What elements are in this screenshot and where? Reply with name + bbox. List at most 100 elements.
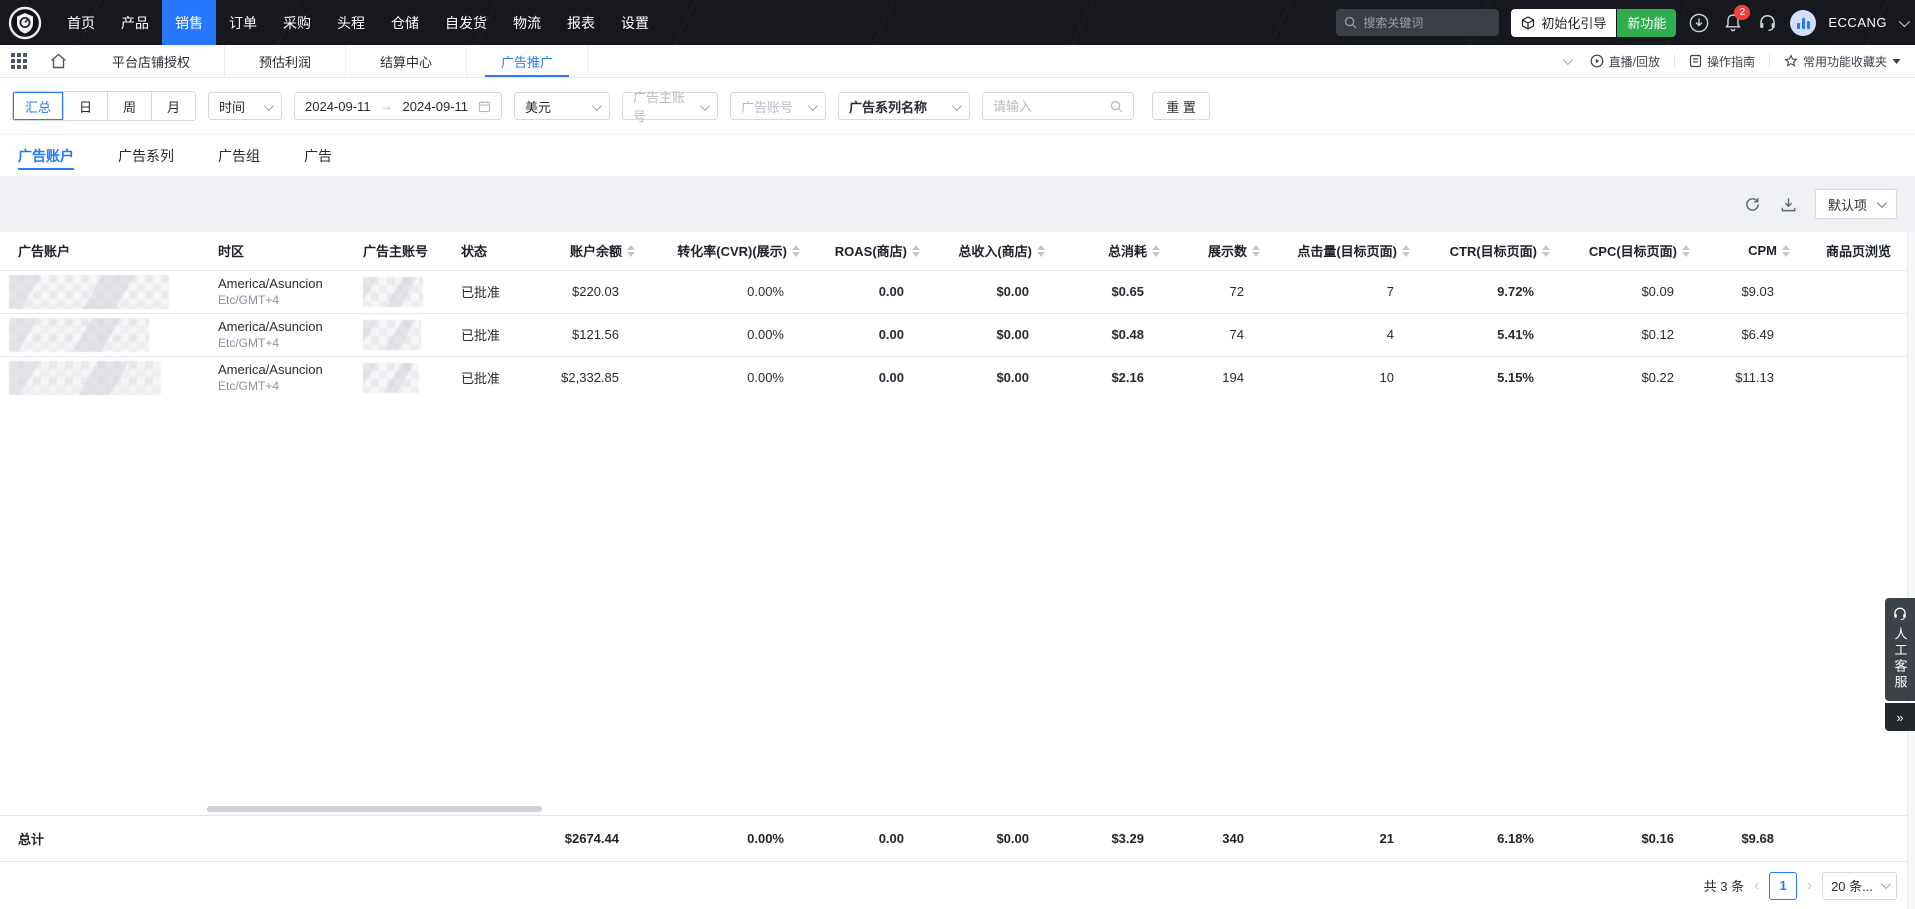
download-center-icon[interactable]	[1688, 12, 1710, 34]
pagination-total: 共 3 条	[1704, 876, 1744, 895]
sort-icon[interactable]	[1252, 245, 1260, 257]
nav-item-2[interactable]: 销售	[162, 0, 216, 45]
refresh-icon[interactable]	[1743, 194, 1763, 214]
page-tab-2[interactable]: 结算中心	[346, 45, 467, 77]
nav-item-10[interactable]: 设置	[608, 0, 662, 45]
table-row: America/AsuncionEtc/GMT+4已批准$2,332.850.0…	[0, 356, 1915, 399]
total-cell-status	[443, 815, 533, 861]
headset-icon	[1892, 606, 1908, 621]
sort-icon[interactable]	[1152, 245, 1160, 257]
sort-icon[interactable]	[627, 245, 635, 257]
operation-guide-link[interactable]: 操作指南	[1689, 53, 1755, 70]
sort-icon[interactable]	[1402, 245, 1410, 257]
col-header-roas[interactable]: ROAS(商店)	[818, 232, 938, 270]
col-header-timezone: 时区	[200, 232, 345, 270]
user-avatar[interactable]	[1790, 10, 1816, 36]
apps-grid-icon[interactable]	[0, 45, 38, 77]
time-dimension-select[interactable]: 时间	[208, 92, 282, 120]
page-tab-3[interactable]: 广告推广	[467, 45, 588, 77]
sort-icon[interactable]	[1782, 245, 1790, 257]
col-header-balance[interactable]: 账户余额	[533, 232, 653, 270]
subtab-1[interactable]: 广告系列	[118, 135, 174, 176]
subtab-2[interactable]: 广告组	[218, 135, 260, 176]
cell-advertiser	[345, 270, 443, 313]
sort-icon[interactable]	[1037, 245, 1045, 257]
range-option-2[interactable]: 周	[107, 92, 151, 120]
range-option-0[interactable]: 汇总	[13, 92, 63, 120]
blurred-account-name	[9, 318, 149, 352]
search-icon[interactable]	[1110, 100, 1123, 113]
nav-item-0[interactable]: 首页	[54, 0, 108, 45]
app-logo[interactable]	[8, 6, 42, 40]
total-cell-roas: 0.00	[818, 815, 938, 861]
nav-item-3[interactable]: 订单	[216, 0, 270, 45]
current-page-button[interactable]: 1	[1769, 872, 1797, 900]
ads-table: 广告账户时区广告主账号状态账户余额转化率(CVR)(展示)ROAS(商店)总收入…	[0, 232, 1915, 399]
favorites-link[interactable]: 常用功能收藏夹	[1784, 53, 1901, 70]
cell-account	[0, 270, 200, 313]
col-header-cpm[interactable]: CPM	[1708, 232, 1808, 270]
sort-icon[interactable]	[792, 245, 800, 257]
sort-icon[interactable]	[912, 245, 920, 257]
cell-cpm: $6.49	[1708, 313, 1808, 356]
cell-balance: $2,332.85	[533, 356, 653, 399]
range-option-3[interactable]: 月	[151, 92, 195, 120]
nav-item-4[interactable]: 采购	[270, 0, 324, 45]
ad-account-select[interactable]: 广告账号	[730, 92, 826, 120]
advertiser-account-select[interactable]: 广告主账号	[622, 92, 718, 120]
new-feature-button[interactable]: 新功能	[1617, 9, 1676, 37]
nav-item-7[interactable]: 自发货	[432, 0, 500, 45]
col-header-impressions[interactable]: 展示数	[1178, 232, 1278, 270]
init-guide-button[interactable]: 初始化引导	[1511, 9, 1616, 37]
page-tab-0[interactable]: 平台店铺授权	[78, 45, 225, 77]
col-header-cpc[interactable]: CPC(目标页面)	[1568, 232, 1708, 270]
sort-icon[interactable]	[1682, 245, 1690, 257]
nav-item-1[interactable]: 产品	[108, 0, 162, 45]
date-range-picker[interactable]: 2024-09-11 → 2024-09-11	[294, 92, 502, 120]
scrollbar-thumb[interactable]	[207, 806, 542, 812]
prev-page-icon[interactable]: ‹	[1754, 877, 1759, 894]
search-input[interactable]	[1363, 16, 1483, 30]
nav-item-9[interactable]: 报表	[554, 0, 608, 45]
home-icon[interactable]	[38, 45, 78, 77]
col-header-cvr[interactable]: 转化率(CVR)(展示)	[653, 232, 818, 270]
reset-button[interactable]: 重 置	[1152, 92, 1210, 120]
view-preset-select[interactable]: 默认项	[1815, 189, 1897, 219]
nav-item-6[interactable]: 仓储	[378, 0, 432, 45]
customer-service-button[interactable]: 人工客服	[1885, 598, 1915, 701]
blurred-account-name	[9, 361, 161, 395]
keyword-input[interactable]	[993, 99, 1093, 114]
cell-impressions: 194	[1178, 356, 1278, 399]
collapse-panel-button[interactable]: »	[1885, 703, 1915, 731]
currency-select[interactable]: 美元	[514, 92, 610, 120]
notifications-bell-icon[interactable]: 2	[1722, 12, 1744, 34]
cell-timezone: America/AsuncionEtc/GMT+4	[200, 270, 345, 313]
nav-item-8[interactable]: 物流	[500, 0, 554, 45]
live-replay-link[interactable]: 直播/回放	[1590, 53, 1660, 70]
col-header-spend[interactable]: 总消耗	[1063, 232, 1178, 270]
download-icon[interactable]	[1779, 194, 1799, 214]
page-tab-1[interactable]: 预估利润	[225, 45, 346, 77]
next-page-icon[interactable]: ›	[1807, 877, 1812, 894]
page-size-select[interactable]: 20 条...	[1822, 872, 1897, 900]
subtab-3[interactable]: 广告	[304, 135, 332, 176]
global-search[interactable]	[1336, 9, 1499, 36]
nav-item-5[interactable]: 头程	[324, 0, 378, 45]
range-option-1[interactable]: 日	[63, 92, 107, 120]
subtab-0[interactable]: 广告账户	[18, 135, 74, 176]
account-name[interactable]: ECCANG	[1828, 15, 1887, 30]
col-header-revenue[interactable]: 总收入(商店)	[938, 232, 1063, 270]
collapse-chevron-down-icon[interactable]	[1563, 55, 1573, 65]
campaign-field-select[interactable]: 广告系列名称	[838, 92, 970, 120]
headset-support-icon[interactable]	[1756, 12, 1778, 34]
date-end: 2024-09-11	[403, 99, 469, 114]
customer-service-widget: 人工客服 »	[1885, 598, 1915, 731]
vertical-scrollbar-track[interactable]	[1907, 232, 1915, 909]
col-header-clicks[interactable]: 点击量(目标页面)	[1278, 232, 1428, 270]
col-header-ctr[interactable]: CTR(目标页面)	[1428, 232, 1568, 270]
account-chevron-down-icon[interactable]	[1899, 15, 1910, 26]
cell-roas: 0.00	[818, 270, 938, 313]
sort-icon[interactable]	[1542, 245, 1550, 257]
cell-ctr: 5.15%	[1428, 356, 1568, 399]
ads-table-wrap: 广告账户时区广告主账号状态账户余额转化率(CVR)(展示)ROAS(商店)总收入…	[0, 232, 1915, 399]
